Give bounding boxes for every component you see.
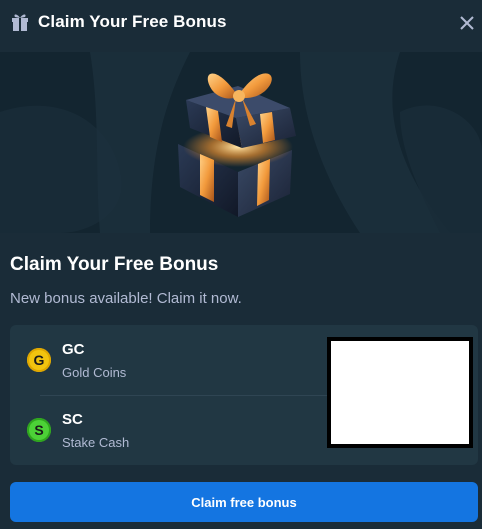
claim-bonus-modal: Claim Your Free Bonus Claim Your Free Bo… bbox=[0, 0, 482, 529]
gift-icon bbox=[12, 14, 28, 31]
modal-header: Claim Your Free Bonus bbox=[0, 0, 482, 46]
modal-title: Claim Your Free Bonus bbox=[38, 12, 227, 31]
claim-free-bonus-button[interactable]: Claim free bonus bbox=[10, 482, 478, 522]
bonus-banner bbox=[0, 52, 482, 233]
bonus-description: New bonus available! Claim it now. bbox=[10, 290, 242, 307]
coin-name: Stake Cash bbox=[62, 435, 130, 450]
gift-box-illustration bbox=[0, 52, 482, 233]
coin-name: Gold Coins bbox=[62, 365, 127, 380]
coin-code: SC bbox=[62, 411, 83, 428]
redacted-box bbox=[327, 337, 473, 448]
coin-code: GC bbox=[62, 341, 85, 358]
close-icon[interactable] bbox=[456, 12, 478, 34]
bonus-heading: Claim Your Free Bonus bbox=[10, 254, 219, 275]
gold-coin-icon: G bbox=[27, 348, 51, 372]
stake-cash-icon: S bbox=[27, 418, 51, 442]
